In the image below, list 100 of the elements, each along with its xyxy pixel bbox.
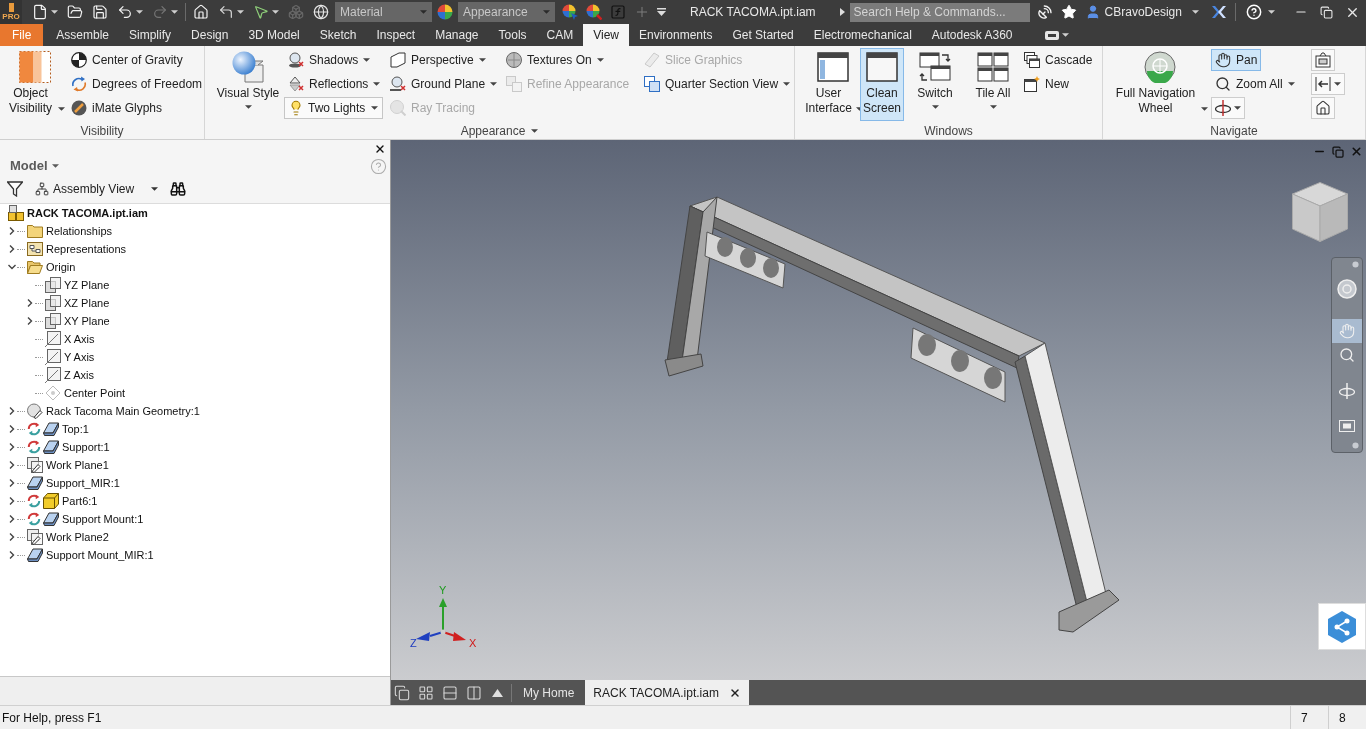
ribbon-large-button[interactable]: Object Visibility bbox=[3, 48, 67, 121]
user-menu[interactable]: CBravoDesign bbox=[1084, 3, 1199, 21]
view-cube[interactable] bbox=[1292, 182, 1348, 242]
ribbon-icon-button[interactable] bbox=[1311, 97, 1335, 119]
close-view-button[interactable] bbox=[1350, 145, 1363, 158]
restore-button[interactable] bbox=[1320, 5, 1333, 19]
tree-item[interactable]: Top:1 bbox=[62, 423, 89, 435]
tree-item[interactable]: Support Mount:1 bbox=[62, 513, 144, 525]
tree-item[interactable]: YZ Plane bbox=[64, 279, 110, 291]
tree-item[interactable]: Center Point bbox=[64, 387, 126, 399]
search-field[interactable]: Search Help & Commands... bbox=[849, 2, 1030, 22]
tree-item[interactable]: X Axis bbox=[64, 333, 95, 345]
clear-appearance-button[interactable] bbox=[585, 2, 603, 22]
hand-icon bbox=[1339, 323, 1355, 339]
exchange-button[interactable] bbox=[1210, 4, 1227, 20]
browser-title-dropdown[interactable]: Model bbox=[10, 156, 59, 176]
ribbon-large-button[interactable]: Visual Style bbox=[212, 48, 284, 121]
cascade-button[interactable] bbox=[394, 684, 410, 701]
ribbon-large-button[interactable]: Tile All bbox=[966, 48, 1020, 121]
save-button[interactable] bbox=[90, 2, 110, 22]
ribbon-button[interactable]: Zoom All bbox=[1211, 73, 1299, 95]
tree-item[interactable]: Support Mount_MIR:1 bbox=[46, 549, 154, 561]
ribbon-button[interactable]: Ground Plane bbox=[386, 73, 502, 95]
ribbon-tab[interactable]: Autodesk A360 bbox=[921, 24, 1023, 46]
ribbon-button[interactable]: iMate Glyphs bbox=[67, 97, 167, 119]
tree-item[interactable]: Part6:1 bbox=[62, 495, 98, 507]
ribbon-large-button[interactable]: Full Navigation Wheel bbox=[1109, 48, 1211, 121]
open-folder-icon bbox=[67, 4, 83, 20]
cursor-icon bbox=[253, 4, 269, 20]
ribbon-tab[interactable]: Design bbox=[181, 24, 239, 46]
tree-item[interactable]: Rack Tacoma Main Geometry:1 bbox=[46, 405, 200, 417]
tree-item[interactable]: Y Axis bbox=[64, 351, 95, 363]
ribbon-button[interactable]: Textures On bbox=[502, 49, 608, 71]
share-button[interactable] bbox=[1318, 603, 1366, 650]
curved-arrows-icon bbox=[71, 76, 87, 92]
home-button[interactable] bbox=[191, 2, 211, 22]
boxes-icon bbox=[288, 4, 304, 20]
view-dropdown[interactable]: Assembly View bbox=[35, 180, 159, 198]
document-tab[interactable]: RACK TACOMA.ipt.iam bbox=[585, 680, 749, 705]
ribbon-button[interactable]: Shadows bbox=[284, 49, 375, 71]
tree-item[interactable]: Representations bbox=[46, 243, 127, 255]
ribbon-icon-button[interactable] bbox=[1211, 97, 1245, 119]
close-panel-button[interactable] bbox=[374, 143, 386, 155]
ribbon-button[interactable]: New bbox=[1020, 73, 1073, 95]
arrange-horizontal-button[interactable] bbox=[442, 684, 458, 701]
axis-label: Y bbox=[439, 585, 447, 596]
help-menu[interactable] bbox=[1245, 4, 1275, 20]
tree-item[interactable]: Work Plane2 bbox=[46, 531, 109, 543]
tree-item[interactable]: XY Plane bbox=[64, 315, 110, 327]
ribbon-button[interactable]: Center of Gravity bbox=[67, 49, 187, 71]
triangle-up-icon bbox=[492, 688, 503, 697]
ribbon-large-button[interactable]: Clean Screen bbox=[860, 48, 904, 121]
tree-item[interactable]: Z Axis bbox=[64, 369, 94, 381]
tree-item[interactable]: Origin bbox=[46, 261, 76, 273]
navigation-wheel-icon bbox=[1144, 51, 1176, 83]
ribbon-tab[interactable]: Environments bbox=[629, 24, 723, 46]
tree-root[interactable]: RACK TACOMA.ipt.iam bbox=[27, 207, 148, 219]
tree-item[interactable]: Relationships bbox=[46, 225, 113, 237]
ribbon-tab[interactable]: Assemble bbox=[46, 24, 120, 46]
left-arrow-bars-icon bbox=[1315, 76, 1331, 92]
ribbon-large-button[interactable]: Switch bbox=[904, 48, 966, 121]
tree-item[interactable]: XZ Plane bbox=[64, 297, 110, 309]
ribbon-icon-button[interactable] bbox=[1311, 49, 1335, 71]
restore-view-button[interactable] bbox=[1332, 145, 1344, 158]
ribbon-tab[interactable]: 3D Model bbox=[238, 24, 310, 46]
document-list-button[interactable] bbox=[492, 688, 503, 697]
lights-dropdown[interactable]: Two Lights bbox=[284, 97, 383, 119]
communication-button[interactable] bbox=[1036, 4, 1053, 20]
horizontal-split-icon bbox=[442, 684, 458, 701]
ribbon-tab[interactable]: Simplify bbox=[119, 24, 182, 46]
ribbon-button[interactable]: Reflections bbox=[284, 73, 385, 95]
adjust-appearance-button[interactable] bbox=[561, 2, 579, 22]
ribbon-tab[interactable]: Electromechanical bbox=[803, 24, 922, 46]
ribbon-icon-button[interactable] bbox=[1311, 73, 1345, 95]
find-button[interactable] bbox=[170, 181, 187, 197]
arrange-vertical-button[interactable] bbox=[466, 684, 482, 701]
customize-button[interactable] bbox=[657, 8, 666, 16]
appearance-button[interactable] bbox=[437, 4, 453, 20]
tree-item[interactable]: Work Plane1 bbox=[46, 459, 109, 471]
tile-button[interactable] bbox=[418, 684, 434, 701]
ribbon-button[interactable]: Cascade bbox=[1020, 49, 1097, 71]
ribbon-button[interactable]: Pan bbox=[1211, 49, 1262, 71]
ribbon-tab[interactable]: Get Started bbox=[722, 24, 804, 46]
ribbon-tab[interactable]: CAM bbox=[536, 24, 584, 46]
ribbon-tab[interactable]: View bbox=[583, 24, 629, 46]
document-icon bbox=[32, 4, 48, 20]
ribbon-tab[interactable]: Sketch bbox=[309, 24, 367, 46]
tree-item[interactable]: Support_MIR:1 bbox=[46, 477, 120, 489]
ribbon-tab[interactable]: Manage bbox=[425, 24, 489, 46]
ribbon-tab[interactable]: Inspect bbox=[366, 24, 426, 46]
ribbon-button[interactable]: Quarter Section View bbox=[640, 73, 795, 95]
app-logo[interactable]: PRO bbox=[0, 0, 22, 24]
document-tab[interactable]: My Home bbox=[515, 680, 583, 705]
filter-button[interactable] bbox=[7, 181, 23, 197]
ribbon-button[interactable]: Perspective bbox=[386, 49, 490, 71]
ribbon-tab[interactable]: Tools bbox=[488, 24, 537, 46]
ribbon-button[interactable]: Degrees of Freedom bbox=[67, 73, 207, 95]
material-button[interactable] bbox=[311, 2, 331, 22]
tree-item[interactable]: Support:1 bbox=[62, 441, 110, 453]
favorites-button[interactable] bbox=[1060, 4, 1077, 20]
